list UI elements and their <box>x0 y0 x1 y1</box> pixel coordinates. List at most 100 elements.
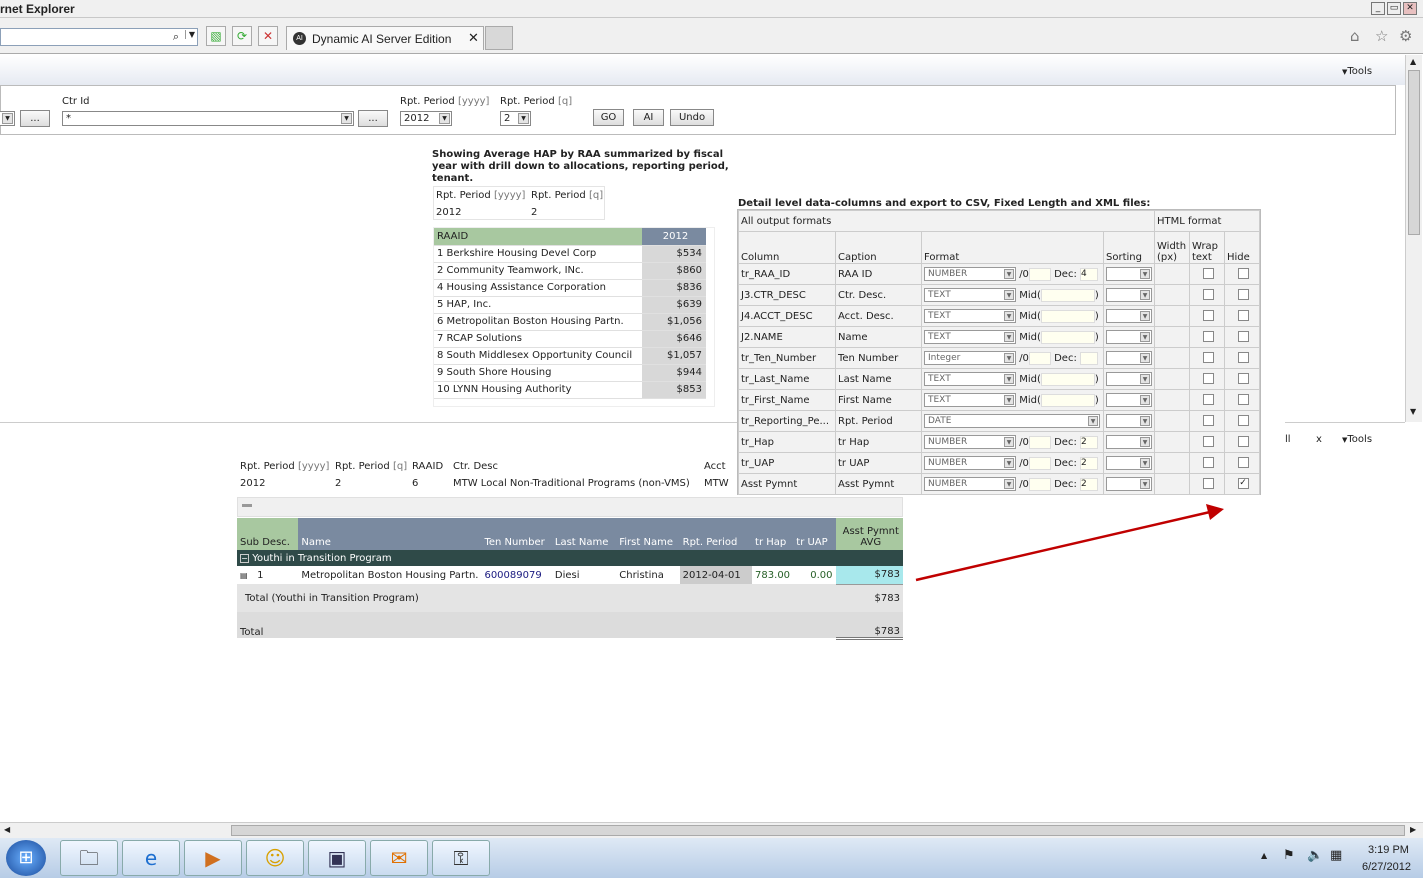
sorting-select[interactable]: ▼ <box>1106 309 1152 323</box>
mid-input[interactable] <box>1040 330 1095 344</box>
hide-checkbox[interactable] <box>1237 268 1249 280</box>
caption-cell[interactable]: Ten Number <box>835 347 922 369</box>
scroll-left-icon[interactable]: ◀ <box>4 825 10 834</box>
restore-button[interactable]: ▭ <box>1387 2 1401 15</box>
width-cell[interactable] <box>1154 389 1190 411</box>
minimize-button[interactable]: _ <box>1371 2 1385 15</box>
caption-cell[interactable]: RAA ID <box>835 263 922 285</box>
wrap-checkbox[interactable] <box>1202 415 1214 427</box>
column-header[interactable]: Rpt. Period <box>679 518 753 550</box>
right-tools-menu[interactable]: ▼Tools <box>1342 434 1372 445</box>
stop-icon[interactable]: ✕ <box>258 26 278 46</box>
column-header[interactable]: tr UAP <box>793 518 836 550</box>
hide-checkbox[interactable] <box>1237 352 1249 364</box>
column-header[interactable]: Name <box>298 518 482 550</box>
remote-desktop-icon[interactable]: ▣ <box>308 840 366 876</box>
width-cell[interactable] <box>1154 410 1190 432</box>
hide-checkbox[interactable] <box>1237 457 1249 469</box>
format-select[interactable]: NUMBER ▼ <box>924 267 1016 281</box>
column-header[interactable]: tr Hap <box>752 518 794 550</box>
caption-cell[interactable]: Asst Pymnt <box>835 473 922 495</box>
chevron-down-icon[interactable]: ▼ <box>184 30 195 39</box>
wrap-checkbox[interactable] <box>1202 268 1214 280</box>
clock-date[interactable]: 6/27/2012 <box>1362 861 1411 873</box>
sorting-select[interactable]: ▼ <box>1106 435 1152 449</box>
ai-button[interactable]: AI <box>633 109 664 126</box>
refresh-icon[interactable]: ⟳ <box>232 26 252 46</box>
sorting-select[interactable]: ▼ <box>1106 414 1152 428</box>
right-all-label[interactable]: ll <box>1285 434 1291 445</box>
sorting-select[interactable]: ▼ <box>1106 288 1152 302</box>
width-cell[interactable] <box>1154 473 1190 495</box>
volume-icon[interactable]: 🔈 <box>1307 848 1323 863</box>
wrap-checkbox[interactable] <box>1202 310 1214 322</box>
scroll-right-icon[interactable]: ▶ <box>1410 825 1416 834</box>
divisor-input[interactable] <box>1028 456 1051 470</box>
home-icon[interactable]: ⌂ <box>1350 27 1360 45</box>
media-player-icon[interactable]: ▶ <box>184 840 242 876</box>
sorting-select[interactable]: ▼ <box>1106 372 1152 386</box>
divisor-input[interactable] <box>1028 351 1051 365</box>
password-app-icon[interactable]: ⚿ <box>432 840 490 876</box>
flag-icon[interactable]: ⚑ <box>1283 848 1295 863</box>
wrap-checkbox[interactable] <box>1202 352 1214 364</box>
drill-collapse-bar[interactable] <box>237 497 903 517</box>
wrap-checkbox[interactable] <box>1202 289 1214 301</box>
column-header[interactable]: Asst Pymnt AVG <box>835 518 903 550</box>
internet-explorer-icon[interactable]: e <box>122 840 180 876</box>
wrap-checkbox[interactable] <box>1202 478 1214 490</box>
format-select[interactable]: TEXT ▼ <box>924 372 1016 386</box>
period-yyyy-select[interactable]: 2012 ▼ <box>400 111 452 126</box>
address-bar[interactable]: ⌕ ▼ <box>0 28 198 46</box>
aim-icon[interactable]: ☺ <box>246 840 304 876</box>
caption-cell[interactable]: Rpt. Period <box>835 410 922 432</box>
caption-cell[interactable]: Last Name <box>835 368 922 390</box>
wrap-checkbox[interactable] <box>1202 331 1214 343</box>
left-more-button[interactable]: ... <box>20 110 50 127</box>
hide-checkbox[interactable] <box>1237 310 1249 322</box>
width-cell[interactable] <box>1154 452 1190 474</box>
collapse-icon[interactable] <box>242 504 252 507</box>
format-select[interactable]: NUMBER ▼ <box>924 477 1016 491</box>
list-item[interactable]: 9 South Shore Housing $944 <box>434 364 706 382</box>
format-select[interactable]: DATE ▼ <box>924 414 1100 428</box>
format-select[interactable]: TEXT ▼ <box>924 309 1016 323</box>
hide-checkbox[interactable] <box>1237 373 1249 385</box>
caption-cell[interactable]: tr UAP <box>835 452 922 474</box>
start-button[interactable]: ⊞ <box>6 840 46 876</box>
hide-checkbox[interactable]: ✓ <box>1237 478 1249 490</box>
sorting-select[interactable]: ▼ <box>1106 393 1152 407</box>
divisor-input[interactable] <box>1028 477 1051 491</box>
format-select[interactable]: TEXT ▼ <box>924 393 1016 407</box>
wrap-checkbox[interactable] <box>1202 457 1214 469</box>
sorting-select[interactable]: ▼ <box>1106 267 1152 281</box>
divisor-input[interactable] <box>1028 435 1051 449</box>
mid-input[interactable] <box>1040 309 1095 323</box>
close-window-button[interactable]: ✕ <box>1403 2 1417 15</box>
divisor-input[interactable] <box>1028 267 1051 281</box>
format-select[interactable]: NUMBER ▼ <box>924 456 1016 470</box>
row-ten-number[interactable]: 600089079 <box>481 566 551 584</box>
column-header[interactable]: Sub Desc. <box>237 518 299 550</box>
collapse-group-icon[interactable]: − <box>240 553 249 563</box>
gear-icon[interactable]: ⚙ <box>1399 27 1412 45</box>
width-cell[interactable] <box>1154 284 1190 306</box>
row-detail-icon[interactable]: ▤ <box>240 571 248 580</box>
left-select[interactable]: ▼ <box>0 111 15 126</box>
caption-cell[interactable]: Name <box>835 326 922 348</box>
go-button[interactable]: GO <box>593 109 624 126</box>
hscroll-thumb[interactable] <box>231 825 1405 836</box>
group-row[interactable]: − Youthi in Transition Program <box>237 550 903 566</box>
scroll-up-icon[interactable]: ▲ <box>1410 57 1416 66</box>
right-close-label[interactable]: x <box>1316 434 1322 445</box>
hide-checkbox[interactable] <box>1237 394 1249 406</box>
list-item[interactable]: 4 Housing Assistance Corporation $836 <box>434 279 706 297</box>
dec-input[interactable]: 4 <box>1080 267 1099 281</box>
explorer-icon[interactable]: 🗀 <box>60 840 118 876</box>
width-cell[interactable] <box>1154 263 1190 285</box>
close-tab-icon[interactable]: ✕ <box>468 30 479 46</box>
column-header[interactable]: Ten Number <box>481 518 552 550</box>
search-icon[interactable]: ⌕ <box>173 30 179 44</box>
format-select[interactable]: TEXT ▼ <box>924 288 1016 302</box>
mid-input[interactable] <box>1040 372 1095 386</box>
